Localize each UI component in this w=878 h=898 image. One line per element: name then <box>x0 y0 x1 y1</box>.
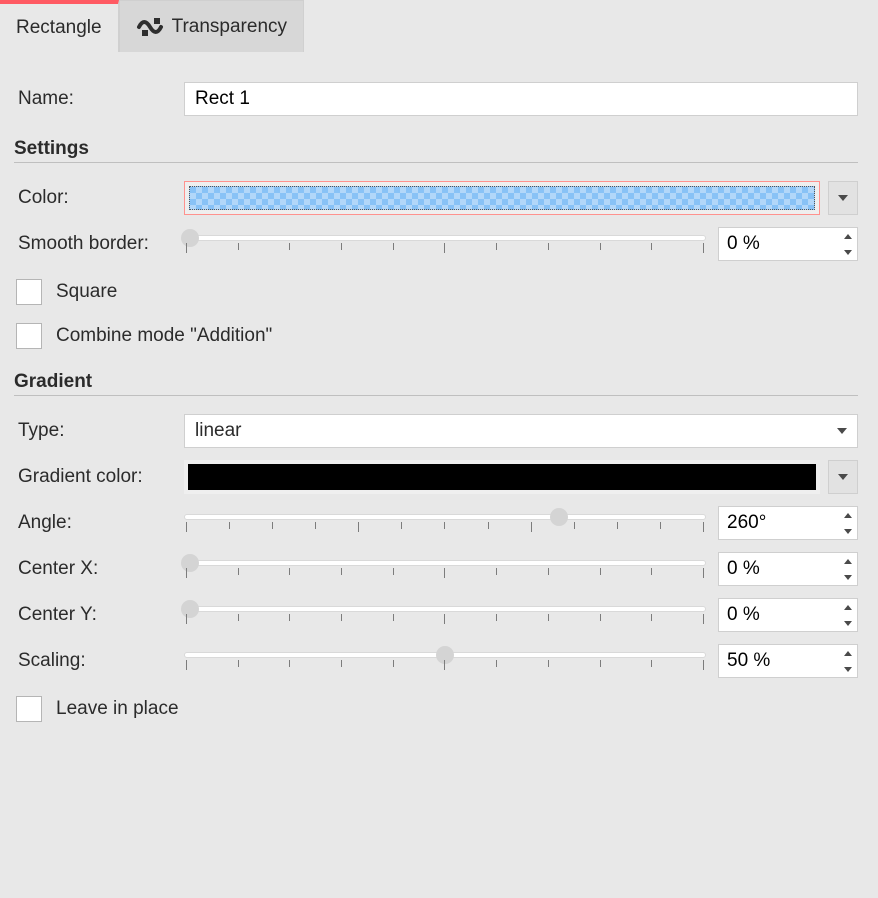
smooth-border-label: Smooth border: <box>14 233 184 255</box>
center-y-up[interactable] <box>838 599 857 615</box>
color-swatch[interactable] <box>184 181 820 215</box>
section-gradient-title: Gradient <box>14 371 858 393</box>
angle-value[interactable] <box>719 507 838 539</box>
section-settings-title: Settings <box>14 138 858 160</box>
center-y-slider[interactable] <box>184 598 706 632</box>
gradient-color-dropdown-button[interactable] <box>828 460 858 494</box>
gradient-color-preview <box>188 464 816 490</box>
center-x-down[interactable] <box>838 569 857 585</box>
color-swatch-preview <box>189 186 815 210</box>
chevron-down-icon <box>844 250 852 255</box>
scaling-label: Scaling: <box>14 650 184 672</box>
scaling-down[interactable] <box>838 661 857 677</box>
chevron-down-icon <box>837 428 847 434</box>
angle-label: Angle: <box>14 512 184 534</box>
combine-mode-label: Combine mode "Addition" <box>56 325 272 347</box>
center-x-spinner[interactable] <box>718 552 858 586</box>
chevron-down-icon <box>844 621 852 626</box>
scaling-spinner[interactable] <box>718 644 858 678</box>
scaling-up[interactable] <box>838 645 857 661</box>
gradient-type-label: Type: <box>14 420 184 442</box>
smooth-border-up[interactable] <box>838 228 857 244</box>
scaling-value[interactable] <box>719 645 838 677</box>
chevron-down-icon <box>844 575 852 580</box>
tab-bar: Rectangle Transparency <box>0 0 878 52</box>
angle-slider[interactable] <box>184 506 706 540</box>
gradient-color-swatch[interactable] <box>184 460 820 494</box>
center-x-slider[interactable] <box>184 552 706 586</box>
angle-up[interactable] <box>838 507 857 523</box>
gradient-color-label: Gradient color: <box>14 466 184 488</box>
color-dropdown-button[interactable] <box>828 181 858 215</box>
section-rule <box>14 162 858 163</box>
angle-spinner[interactable] <box>718 506 858 540</box>
gradient-type-select[interactable]: linear <box>184 414 858 448</box>
name-input[interactable] <box>184 82 858 116</box>
name-label: Name: <box>14 88 184 110</box>
chevron-up-icon <box>844 651 852 656</box>
tab-rectangle-label: Rectangle <box>16 17 102 39</box>
smooth-border-spinner[interactable] <box>718 227 858 261</box>
chevron-down-icon <box>844 529 852 534</box>
tab-transparency-label: Transparency <box>172 16 287 38</box>
angle-down[interactable] <box>838 523 857 539</box>
center-y-spinner[interactable] <box>718 598 858 632</box>
chevron-up-icon <box>844 559 852 564</box>
center-x-value[interactable] <box>719 553 838 585</box>
leave-in-place-checkbox[interactable] <box>16 696 42 722</box>
square-checkbox[interactable] <box>16 279 42 305</box>
smooth-border-value[interactable] <box>719 228 838 260</box>
color-label: Color: <box>14 187 184 209</box>
center-y-down[interactable] <box>838 615 857 631</box>
smooth-border-down[interactable] <box>838 244 857 260</box>
center-x-up[interactable] <box>838 553 857 569</box>
smooth-border-slider[interactable] <box>184 227 706 261</box>
scaling-slider[interactable] <box>184 644 706 678</box>
chevron-down-icon <box>838 195 848 201</box>
square-label: Square <box>56 281 117 303</box>
chevron-up-icon <box>844 234 852 239</box>
section-rule <box>14 395 858 396</box>
leave-in-place-label: Leave in place <box>56 698 179 720</box>
gradient-type-value: linear <box>195 420 241 442</box>
combine-mode-checkbox[interactable] <box>16 323 42 349</box>
tab-transparency[interactable]: Transparency <box>119 0 304 52</box>
center-x-label: Center X: <box>14 558 184 580</box>
chevron-down-icon <box>838 474 848 480</box>
center-y-value[interactable] <box>719 599 838 631</box>
center-y-label: Center Y: <box>14 604 184 626</box>
tab-rectangle[interactable]: Rectangle <box>0 0 119 52</box>
chevron-up-icon <box>844 605 852 610</box>
chevron-down-icon <box>844 667 852 672</box>
transparency-icon <box>136 16 164 38</box>
chevron-up-icon <box>844 513 852 518</box>
